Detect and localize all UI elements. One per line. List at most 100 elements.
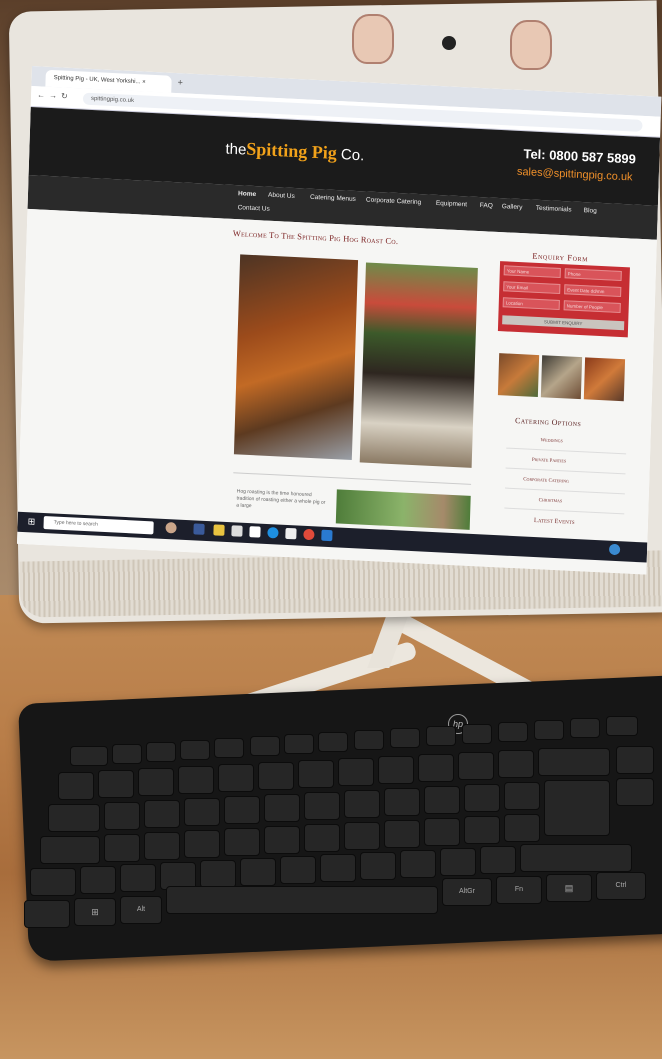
key-h[interactable] bbox=[304, 824, 340, 852]
key-f[interactable] bbox=[224, 828, 260, 856]
key-v[interactable] bbox=[240, 858, 276, 886]
back-icon[interactable]: ← bbox=[37, 90, 45, 99]
key-f6[interactable] bbox=[284, 734, 314, 754]
store-icon[interactable] bbox=[231, 525, 243, 537]
key-r[interactable] bbox=[224, 796, 260, 824]
key-8[interactable] bbox=[378, 756, 414, 784]
key-p[interactable] bbox=[464, 784, 500, 812]
key-f8[interactable] bbox=[354, 730, 384, 750]
key-space[interactable] bbox=[166, 886, 438, 914]
key-6[interactable] bbox=[298, 760, 334, 788]
key-enter[interactable] bbox=[544, 780, 610, 836]
key-ctrl-right[interactable]: Ctrl bbox=[596, 872, 646, 900]
reload-icon[interactable]: ↻ bbox=[61, 91, 68, 100]
key-insert[interactable] bbox=[616, 746, 654, 774]
windows-start-icon[interactable]: ⊞ bbox=[28, 516, 38, 526]
key-l[interactable] bbox=[424, 818, 460, 846]
key-ctrl-left[interactable] bbox=[24, 900, 70, 928]
new-tab-icon[interactable]: + bbox=[177, 77, 183, 87]
key-semicolon[interactable] bbox=[464, 816, 500, 844]
thumbnail-3[interactable] bbox=[583, 357, 626, 402]
nav-item-gallery[interactable]: Gallery bbox=[502, 203, 523, 211]
key-f3[interactable] bbox=[180, 740, 210, 760]
key-tab[interactable] bbox=[48, 804, 100, 832]
key-2[interactable] bbox=[138, 768, 174, 796]
key-windows[interactable]: ⊞ bbox=[74, 898, 116, 926]
nav-item-contact[interactable]: Contact Us bbox=[238, 204, 270, 213]
event-date-field[interactable]: Event Date dd/mm bbox=[564, 284, 622, 298]
task-view-icon[interactable] bbox=[193, 523, 205, 535]
forward-icon[interactable]: → bbox=[49, 91, 57, 100]
key-shift-right[interactable] bbox=[520, 844, 632, 872]
key-f11[interactable] bbox=[462, 724, 492, 744]
key-delete[interactable] bbox=[570, 718, 600, 738]
key-slash[interactable] bbox=[480, 846, 516, 874]
key-period[interactable] bbox=[440, 848, 476, 876]
thumbnail-1[interactable] bbox=[497, 353, 540, 398]
key-q[interactable] bbox=[104, 802, 140, 830]
name-field[interactable]: Your Name bbox=[503, 265, 561, 279]
key-k[interactable] bbox=[384, 820, 420, 848]
key-home[interactable] bbox=[616, 778, 654, 806]
phone-field[interactable]: Phone bbox=[564, 268, 622, 282]
key-s[interactable] bbox=[144, 832, 180, 860]
location-field[interactable]: Location bbox=[502, 297, 560, 311]
app-icon[interactable] bbox=[285, 527, 297, 540]
key-u[interactable] bbox=[344, 790, 380, 818]
key-altgr[interactable]: AltGr bbox=[442, 878, 492, 906]
catering-weddings-link[interactable]: Weddings bbox=[540, 437, 562, 444]
key-t[interactable] bbox=[264, 794, 300, 822]
key-f10[interactable] bbox=[426, 726, 456, 746]
nav-item-about[interactable]: About Us bbox=[268, 192, 295, 200]
key-4[interactable] bbox=[218, 764, 254, 792]
key-1[interactable] bbox=[98, 770, 134, 798]
key-g[interactable] bbox=[264, 826, 300, 854]
key-f12[interactable] bbox=[498, 722, 528, 742]
key-comma[interactable] bbox=[400, 850, 436, 878]
key-print[interactable] bbox=[534, 720, 564, 740]
mail-icon[interactable] bbox=[249, 526, 261, 538]
word-icon[interactable] bbox=[321, 529, 333, 542]
key-b[interactable] bbox=[280, 856, 316, 884]
key-backtick[interactable] bbox=[58, 772, 94, 800]
key-backslash[interactable] bbox=[80, 866, 116, 894]
key-f9[interactable] bbox=[390, 728, 420, 748]
key-j[interactable] bbox=[344, 822, 380, 850]
key-o[interactable] bbox=[424, 786, 460, 814]
key-f2[interactable] bbox=[146, 742, 176, 762]
key-esc[interactable] bbox=[70, 746, 108, 766]
key-fn[interactable]: Fn bbox=[496, 876, 542, 904]
key-shift-left[interactable] bbox=[30, 868, 76, 896]
key-menu[interactable]: ▤ bbox=[546, 874, 592, 902]
key-caps-lock[interactable] bbox=[40, 836, 100, 864]
key-c[interactable] bbox=[200, 860, 236, 888]
key-alt[interactable]: Alt bbox=[120, 896, 162, 924]
key-a[interactable] bbox=[104, 834, 140, 862]
key-3[interactable] bbox=[178, 766, 214, 794]
key-n[interactable] bbox=[320, 854, 356, 882]
key-5[interactable] bbox=[258, 762, 294, 790]
key-i[interactable] bbox=[384, 788, 420, 816]
key-bracket-left[interactable] bbox=[504, 782, 540, 810]
email-field[interactable]: Your Email bbox=[503, 281, 561, 295]
key-f4[interactable] bbox=[214, 738, 244, 758]
key-y[interactable] bbox=[304, 792, 340, 820]
nav-item-blog[interactable]: Blog bbox=[584, 207, 597, 215]
key-9[interactable] bbox=[418, 754, 454, 782]
key-d[interactable] bbox=[184, 830, 220, 858]
key-7[interactable] bbox=[338, 758, 374, 786]
key-m[interactable] bbox=[360, 852, 396, 880]
key-minus[interactable] bbox=[498, 750, 534, 778]
thumbnail-2[interactable] bbox=[540, 355, 583, 400]
people-field[interactable]: Number of People bbox=[563, 300, 621, 314]
nav-item-faq[interactable]: FAQ bbox=[480, 202, 493, 210]
key-pause[interactable] bbox=[606, 716, 638, 736]
key-f7[interactable] bbox=[318, 732, 348, 752]
key-backspace[interactable] bbox=[538, 748, 610, 776]
key-f5[interactable] bbox=[250, 736, 280, 756]
catering-christmas-link[interactable]: Christmas bbox=[539, 497, 563, 504]
key-quote[interactable] bbox=[504, 814, 540, 842]
nav-item-equipment[interactable]: Equipment bbox=[436, 200, 467, 209]
key-z[interactable] bbox=[120, 864, 156, 892]
nav-item-home[interactable]: Home bbox=[238, 190, 256, 198]
